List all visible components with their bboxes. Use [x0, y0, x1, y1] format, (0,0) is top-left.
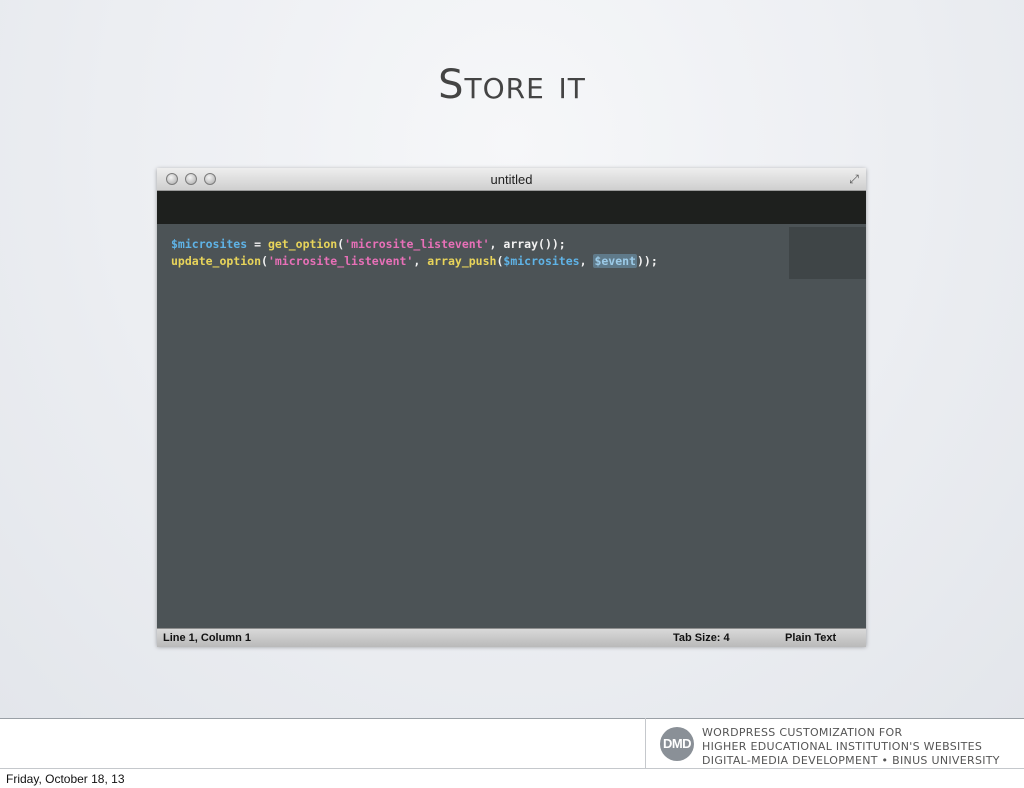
selected-token: $event [593, 254, 637, 268]
slide-title: Store it [438, 62, 586, 108]
editor-window: untitled ⤢ $microsites = get_option('mic… [157, 168, 866, 647]
code-content[interactable]: $microsites = get_option('microsite_list… [171, 236, 658, 270]
footer-line-1: WordPress Customization for [702, 726, 903, 739]
code-token: , [489, 237, 504, 251]
tab-bar [157, 191, 866, 224]
slide-date: Friday, October 18, 13 [6, 772, 125, 786]
window-title: untitled [490, 172, 533, 187]
code-token: ()); [538, 237, 566, 251]
code-token: 'microsite_listevent' [267, 254, 414, 268]
footer-line-2: Higher Educational Institution's Website… [702, 740, 983, 753]
tab-size-selector[interactable]: Tab Size: 4 [673, 632, 730, 644]
status-bar: Line 1, Column 1 Tab Size: 4 Plain Text [157, 628, 866, 647]
code-token: 'microsite_listevent' [344, 237, 490, 251]
syntax-selector[interactable]: Plain Text [785, 632, 836, 644]
code-token: )); [636, 254, 658, 268]
code-token: $microsites [171, 237, 248, 251]
footer-vertical-divider [645, 718, 646, 768]
code-editor[interactable]: $microsites = get_option('microsite_list… [157, 224, 866, 628]
code-token: array [503, 237, 539, 251]
minimap[interactable] [789, 227, 866, 279]
code-token: , [413, 254, 428, 268]
code-token: , [579, 254, 594, 268]
code-token: update_option [171, 254, 262, 268]
code-token: get_option [267, 237, 338, 251]
code-line[interactable]: update_option('microsite_listevent', arr… [171, 253, 658, 270]
code-token: array_push [427, 254, 497, 268]
dmd-logo: DMD [660, 727, 694, 761]
footer-text: WordPress Customization for Higher Educa… [702, 726, 1000, 768]
footer-line-3: Digital-Media Development • BINUS Univer… [702, 754, 1000, 767]
footer-divider [0, 718, 1024, 719]
window-titlebar[interactable]: untitled ⤢ [157, 168, 866, 191]
slide-background: Store it untitled ⤢ $microsites = get_op… [0, 0, 1024, 718]
footer-bottom-divider [0, 768, 1024, 769]
fullscreen-icon[interactable]: ⤢ [847, 172, 861, 186]
code-token: = [247, 237, 268, 251]
cursor-position: Line 1, Column 1 [163, 632, 252, 644]
code-token: ( [261, 254, 268, 268]
code-line[interactable]: $microsites = get_option('microsite_list… [171, 236, 658, 253]
code-token: $microsites [503, 254, 580, 268]
